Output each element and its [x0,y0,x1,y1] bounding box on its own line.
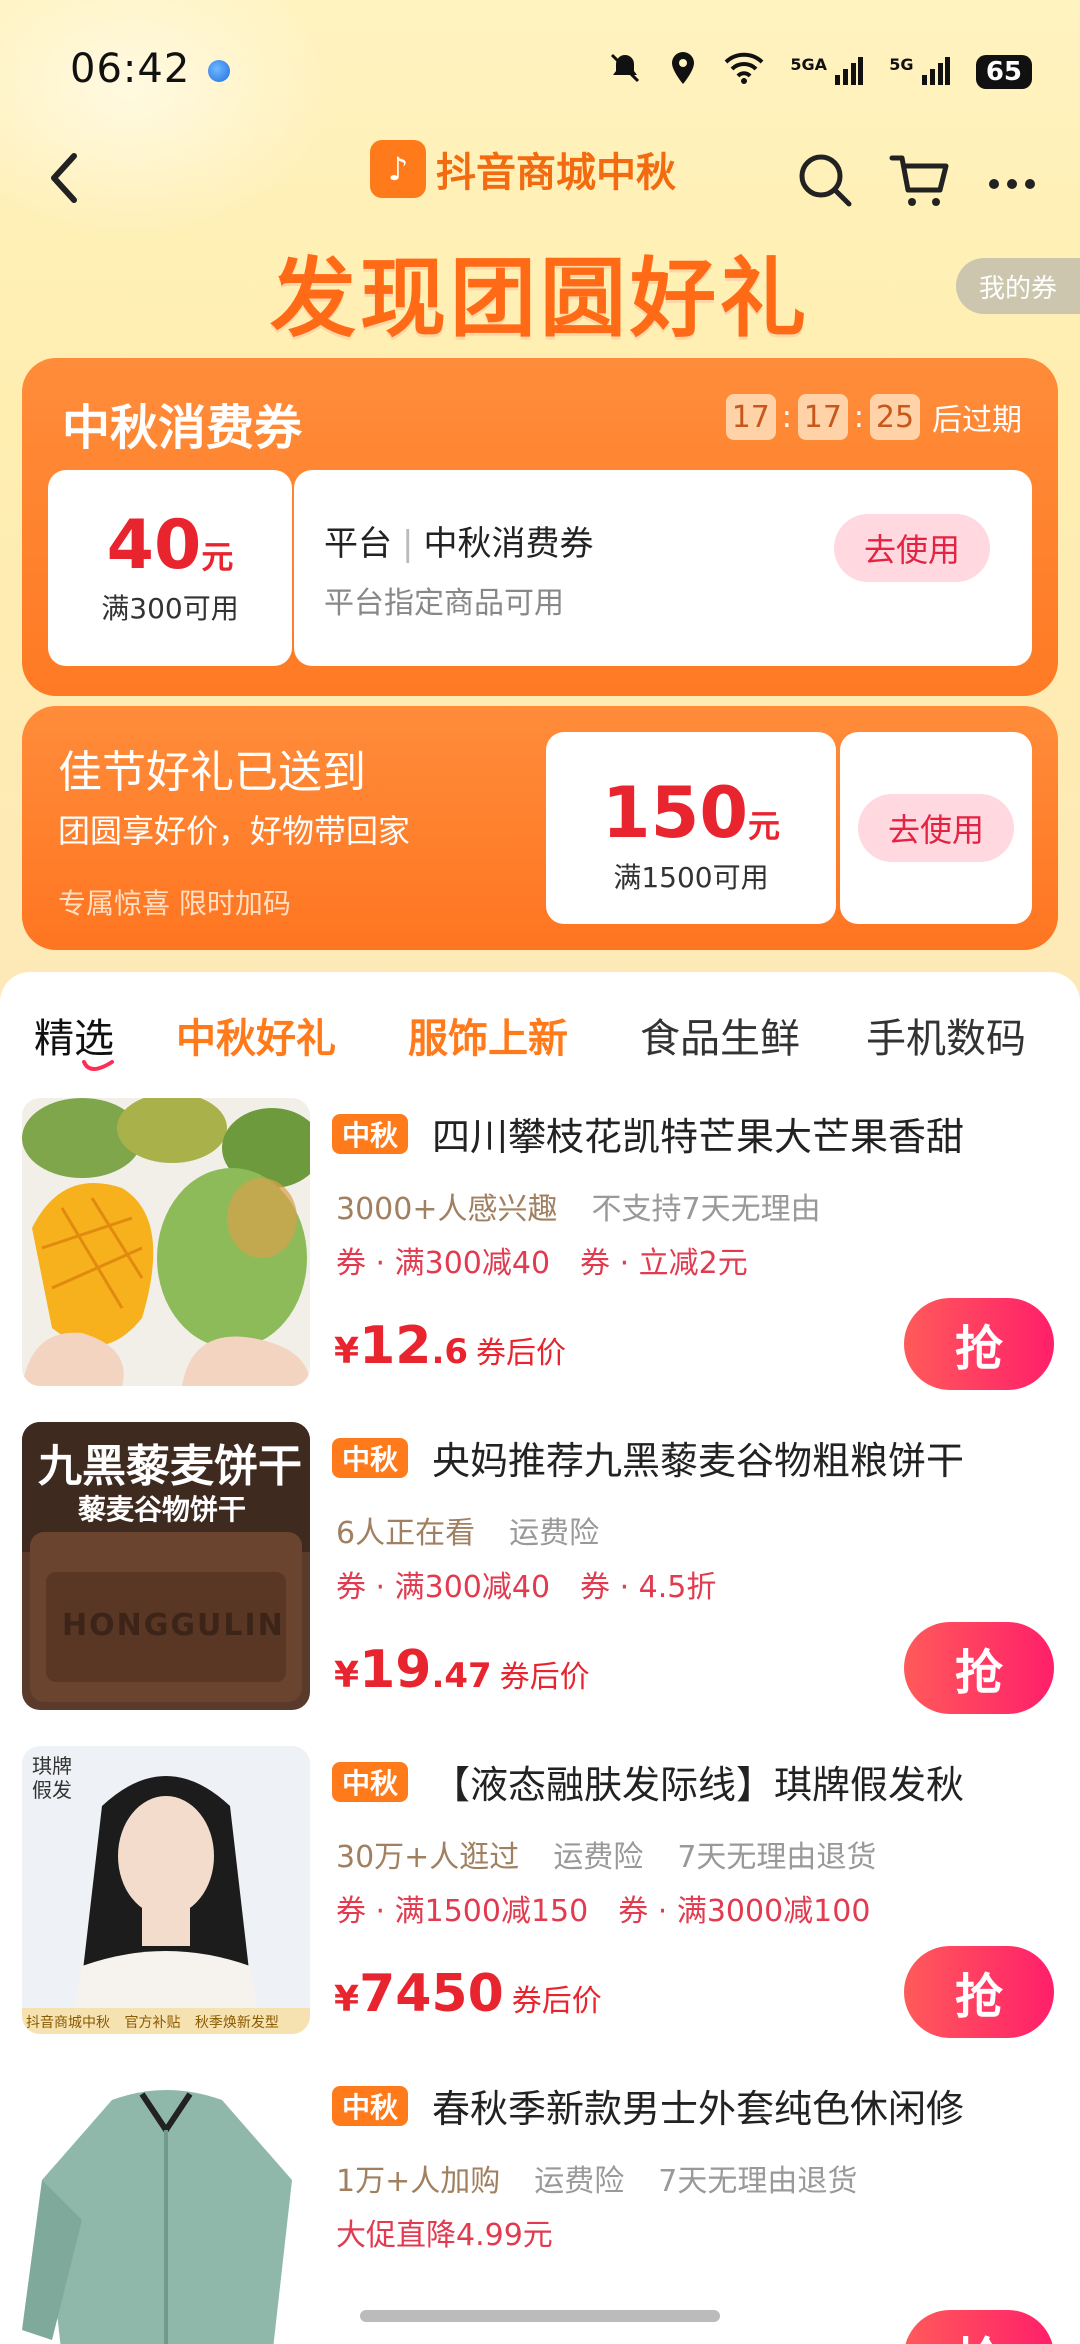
brand-title: ♪ 抖音商城中秋 [370,140,676,198]
gift-card-title: 佳节好礼已送到 [58,747,366,798]
tab-digital[interactable]: 手机数码 [866,1006,1026,1064]
product-card-biscuit[interactable]: 九黑藜麦饼干 藜麦谷物饼干 HONGGULIN 中秋 央妈推荐九黑藜麦谷物粗粮饼… [0,1422,1080,1742]
coupon-info-panel: 平台 | 中秋消费券 平台指定商品可用 去使用 [294,470,1032,666]
home-indicator [360,2310,720,2322]
signal-5g-icon: 5G [889,55,950,90]
use-gift-coupon-button[interactable]: 去使用 [858,794,1014,862]
coupon-condition: 满300可用 [101,592,239,625]
product-feed: 精选 中秋好礼 服饰上新 食品生鲜 手机数码 中秋 四川攀枝花凯特芒果大芒果香甜… [0,972,1080,2344]
gift-amount-panel: 150元 满1500可用 [546,732,836,924]
mute-icon [608,51,642,93]
gift-condition: 满1500可用 [613,861,769,894]
coupon-name: 平台 | 中秋消费券 [324,524,594,564]
coupon-card-title: 中秋消费券 [62,400,303,456]
back-button[interactable] [40,148,90,208]
timer-hours: 17 [725,394,776,440]
tab-featured[interactable]: 精选 [34,1006,114,1064]
wifi-icon [724,52,764,92]
countdown-timer: 17 : 17 : 25 后过期 [725,394,1022,440]
cart-icon[interactable] [888,150,949,210]
grab-button[interactable]: 抢 [904,1298,1054,1390]
coupon-amount: 40元 [106,506,234,585]
product-image-wig: 琪牌假发 抖音商城中秋 官方补贴 秋季焕新发型 [22,1746,310,2034]
product-meta: 1万+人加购 运费险 7天无理由退货 [336,2164,858,2199]
product-card-wig[interactable]: 琪牌假发 抖音商城中秋 官方补贴 秋季焕新发型 中秋 【液态融肤发际线】琪牌假发… [0,1746,1080,2066]
product-price: ¥7450 券后价 [334,1964,602,2024]
signal-5ga-icon: 5GA [790,55,864,90]
product-title: 四川攀枝花凯特芒果大芒果香甜 [432,1115,965,1159]
battery-indicator: 65 [975,55,1032,89]
my-coupons-button[interactable]: 我的券 [956,258,1080,314]
product-title: 【液态融肤发际线】琪牌假发秋 [432,1763,965,1807]
category-tabs: 精选 中秋好礼 服饰上新 食品生鲜 手机数码 [0,972,1080,1082]
app-indicator-icon [208,60,230,82]
product-card-mango[interactable]: 中秋 四川攀枝花凯特芒果大芒果香甜 3000+人感兴趣 不支持7天无理由 券 · … [0,1098,1080,1418]
gift-card-subtitle: 团圆享好价，好物带回家 [58,812,411,850]
mid-autumn-tag: 中秋 [332,1114,409,1154]
coupon-amount-panel: 40元 满300可用 [48,470,292,666]
gift-amount: 150元 [601,772,781,854]
product-price: ¥19.47 券后价 [334,1640,590,1700]
location-icon [668,50,698,94]
product-image-biscuit: 九黑藜麦饼干 藜麦谷物饼干 HONGGULIN [22,1422,310,1710]
gift-card-note: 专属惊喜 限时加码 [58,887,291,920]
product-coupons: 大促直降4.99元 [336,2218,553,2253]
mid-autumn-tag: 中秋 [332,2086,409,2126]
product-price: ¥12.6 券后价 [334,1316,567,1376]
tab-mid-autumn[interactable]: 中秋好礼 [176,1006,336,1064]
douyin-mall-logo: ♪ [370,140,426,198]
gift-coupon-card: 佳节好礼已送到 团圆享好价，好物带回家 专属惊喜 限时加码 150元 满1500… [22,706,1058,950]
use-coupon-button[interactable]: 去使用 [834,514,990,582]
tab-food[interactable]: 食品生鲜 [640,1006,800,1064]
product-meta: 30万+人逛过 运费险 7天无理由退货 [336,1840,877,1875]
gift-action-panel: 去使用 [840,732,1032,924]
timer-seconds: 25 [870,394,920,440]
timer-minutes: 17 [797,394,848,440]
page-headline: 发现团圆好礼 [270,249,810,349]
grab-button[interactable]: 抢 [904,1622,1054,1714]
product-coupons: 券 · 满1500减150 券 · 满3000减100 [336,1894,871,1929]
product-image-mango [22,1098,310,1386]
mid-autumn-tag: 中秋 [332,1762,409,1802]
more-icon[interactable] [984,150,1044,210]
product-meta: 3000+人感兴趣 不支持7天无理由 [336,1192,821,1227]
status-time: 06:42 [70,46,191,92]
status-bar: 06:42 5GA 5G 65 [0,0,1080,140]
product-meta: 6人正在看 运费险 [336,1516,600,1551]
coupon-desc: 平台指定商品可用 [324,586,564,621]
product-card-jacket[interactable]: 中秋 春秋季新款男士外套纯色休闲修 1万+人加购 运费险 7天无理由退货 大促直降4… [0,2070,1080,2344]
festival-coupon-card: 中秋消费券 17 : 17 : 25 后过期 40元 满300可用 平台 | 中秋消… [22,358,1058,696]
product-title: 央妈推荐九黑藜麦谷物粗粮饼干 [432,1439,965,1483]
product-title: 春秋季新款男士外套纯色休闲修 [432,2087,965,2131]
search-icon[interactable] [795,150,855,210]
brand-text: 抖音商城中秋 [436,150,676,196]
product-coupons: 券 · 满300减40 券 · 4.5折 [336,1570,717,1605]
active-tab-indicator [82,1060,114,1071]
timer-suffix: 后过期 [932,403,1022,438]
mid-autumn-tag: 中秋 [332,1438,409,1478]
grab-button[interactable]: 抢 [904,1946,1054,2038]
grab-button[interactable]: 抢 [904,2310,1054,2344]
product-image-jacket [22,2070,310,2344]
product-coupons: 券 · 满300减40 券 · 立减2元 [336,1246,748,1281]
status-icons: 5GA 5G 65 [608,50,1032,94]
tab-apparel[interactable]: 服饰上新 [408,1006,568,1064]
